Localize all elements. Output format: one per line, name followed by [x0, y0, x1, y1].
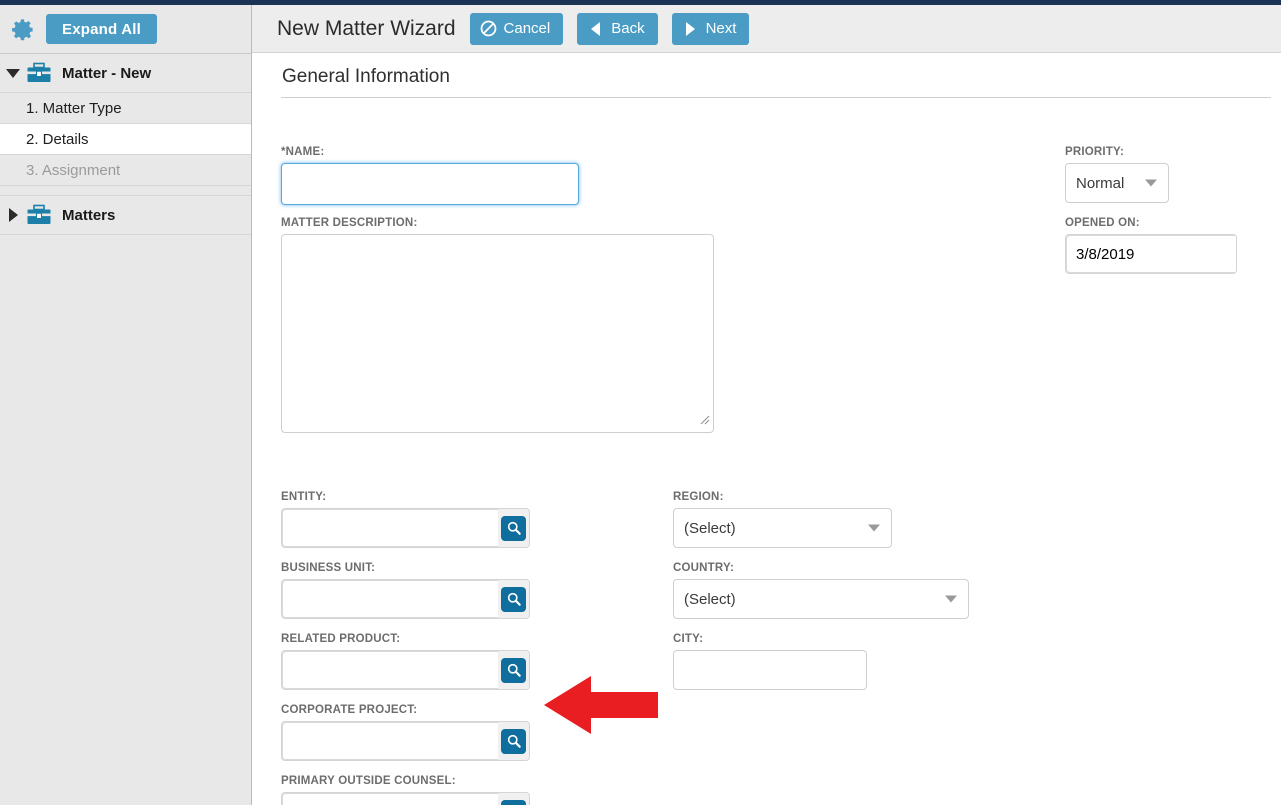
next-button[interactable]: Next — [671, 12, 750, 45]
business-unit-input[interactable] — [282, 580, 498, 618]
cancel-button[interactable]: Cancel — [469, 12, 564, 45]
sidebar-item-label: 1. Matter Type — [26, 99, 122, 117]
city-label: CITY: — [673, 633, 704, 645]
corporate-project-search-button[interactable] — [498, 722, 529, 760]
wizard-toolbar: New Matter Wizard Cancel Back Next — [252, 5, 1281, 53]
region-select[interactable]: (Select) — [673, 508, 892, 548]
sidebar-item-details[interactable]: 2. Details — [0, 124, 251, 155]
priority-value: Normal — [1076, 174, 1125, 192]
priority-label: PRIORITY: — [1065, 146, 1125, 158]
page-title: New Matter Wizard — [277, 16, 456, 40]
sidebar-item-label: 2. Details — [26, 130, 89, 148]
country-value: (Select) — [684, 590, 736, 608]
gear-icon[interactable] — [8, 15, 36, 43]
entity-input[interactable] — [282, 509, 498, 547]
name-field-group: *NAME: — [281, 146, 581, 205]
primary-outside-counsel-lookup[interactable] — [281, 792, 530, 805]
triangle-left-icon — [587, 20, 604, 37]
main-panel: New Matter Wizard Cancel Back Next Gener… — [252, 5, 1281, 805]
search-icon — [501, 728, 526, 754]
cancel-button-label: Cancel — [503, 20, 551, 37]
opened-on-input[interactable] — [1066, 235, 1236, 273]
back-button-label: Back — [611, 20, 645, 37]
matter-description-textarea[interactable] — [281, 234, 714, 433]
briefcase-icon — [26, 62, 52, 84]
chevron-down-icon — [1145, 179, 1157, 187]
related-product-field-group: RELATED PRODUCT: — [281, 633, 530, 690]
next-button-label: Next — [705, 20, 737, 37]
city-field-group: CITY: — [673, 633, 867, 690]
sidebar-item-label: 3. Assignment — [26, 161, 121, 179]
entity-lookup[interactable] — [281, 508, 530, 548]
red-arrow-pointer — [544, 673, 658, 742]
corporate-project-input[interactable] — [282, 722, 498, 760]
city-input[interactable] — [673, 650, 867, 690]
sidebar-item-matter-type[interactable]: 1. Matter Type — [0, 93, 251, 124]
country-label: COUNTRY: — [673, 562, 735, 574]
section-divider — [281, 97, 1271, 98]
business-unit-lookup[interactable] — [281, 579, 530, 619]
opened-on-datepicker[interactable]: 7 — [1065, 234, 1237, 274]
corporate-project-label: CORPORATE PROJECT: — [281, 704, 418, 716]
sidebar-item-matter-new[interactable]: Matter - New — [0, 54, 251, 93]
sidebar-header: Expand All — [0, 5, 251, 54]
chevron-down-icon — [868, 524, 880, 532]
name-input[interactable] — [281, 163, 579, 205]
sidebar-item-label: Matters — [62, 206, 116, 224]
name-label: *NAME: — [281, 146, 325, 158]
entity-search-button[interactable] — [498, 509, 529, 547]
search-icon — [501, 586, 526, 612]
search-icon — [501, 515, 526, 541]
search-icon — [501, 657, 526, 683]
entity-label: ENTITY: — [281, 491, 327, 503]
opened-on-field-group: OPENED ON: 7 — [1065, 217, 1237, 274]
primary-outside-counsel-label: PRIMARY OUTSIDE COUNSEL: — [281, 775, 456, 787]
chevron-down-icon[interactable] — [0, 68, 26, 78]
section-title: General Information — [282, 66, 450, 87]
sidebar-spacer — [0, 186, 251, 196]
related-product-search-button[interactable] — [498, 651, 529, 689]
business-unit-search-button[interactable] — [498, 580, 529, 618]
priority-select[interactable]: Normal — [1065, 163, 1169, 203]
sidebar-item-matters[interactable]: Matters — [0, 196, 251, 235]
region-value: (Select) — [684, 519, 736, 537]
primary-outside-counsel-input[interactable] — [282, 793, 498, 805]
business-unit-label: BUSINESS UNIT: — [281, 562, 376, 574]
corporate-project-lookup[interactable] — [281, 721, 530, 761]
sidebar-item-assignment[interactable]: 3. Assignment — [0, 155, 251, 186]
entity-field-group: ENTITY: — [281, 491, 530, 548]
country-select[interactable]: (Select) — [673, 579, 969, 619]
region-label: REGION: — [673, 491, 724, 503]
triangle-right-icon — [682, 20, 699, 37]
related-product-input[interactable] — [282, 651, 498, 689]
sidebar: Expand All Matter - New 1. Matter Type 2… — [0, 5, 252, 805]
related-product-label: RELATED PRODUCT: — [281, 633, 401, 645]
primary-outside-counsel-field-group: PRIMARY OUTSIDE COUNSEL: — [281, 775, 530, 805]
priority-field-group: PRIORITY: Normal — [1065, 146, 1169, 203]
no-entry-icon — [480, 20, 497, 37]
briefcase-icon — [26, 204, 52, 226]
country-field-group: COUNTRY: (Select) — [673, 562, 969, 619]
corporate-project-field-group: CORPORATE PROJECT: — [281, 704, 530, 761]
chevron-right-icon[interactable] — [0, 208, 26, 222]
matter-description-field-group: MATTER DESCRIPTION: — [281, 217, 714, 438]
expand-all-button[interactable]: Expand All — [46, 14, 157, 44]
related-product-lookup[interactable] — [281, 650, 530, 690]
chevron-down-icon — [945, 595, 957, 603]
opened-on-label: OPENED ON: — [1065, 217, 1140, 229]
back-button[interactable]: Back — [577, 12, 658, 45]
search-icon — [501, 799, 526, 805]
sidebar-item-label: Matter - New — [62, 64, 152, 82]
matter-description-label: MATTER DESCRIPTION: — [281, 217, 418, 229]
business-unit-field-group: BUSINESS UNIT: — [281, 562, 530, 619]
application-window: Expand All Matter - New 1. Matter Type 2… — [0, 0, 1281, 805]
primary-outside-counsel-search-button[interactable] — [498, 793, 529, 805]
region-field-group: REGION: (Select) — [673, 491, 892, 548]
